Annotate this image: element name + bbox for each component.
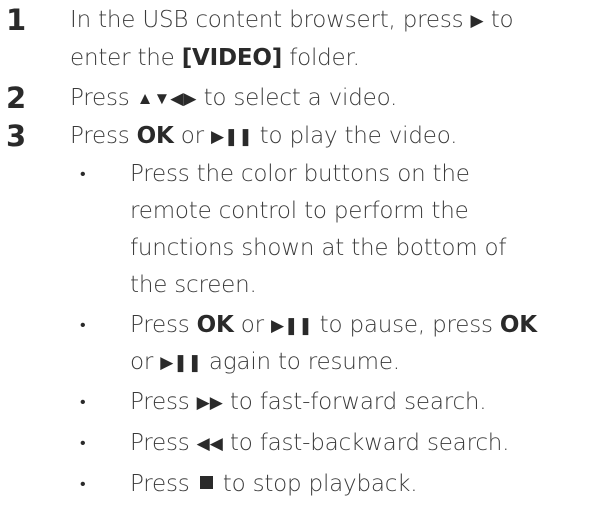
bullet-2-line-1: Press OK or ▶❚❚ to pause, press OK	[130, 312, 537, 338]
bullet-marker: •	[80, 474, 86, 493]
step-2-line-1: Press ▲▼◀▶ to select a video.	[70, 85, 398, 111]
video-folder-label: [VIDEO]	[181, 45, 283, 71]
bullet-marker: •	[80, 164, 86, 183]
rewind-icon: ◀◀	[196, 434, 223, 454]
bullet-1-line-3: functions shown at the bottom of	[130, 235, 507, 261]
play-icon: ▶	[470, 11, 484, 31]
bullet-2-line-2: or ▶❚❚ again to resume.	[130, 349, 400, 375]
step-number: 3	[6, 119, 27, 153]
play-pause-icon: ▶❚❚	[271, 316, 313, 336]
ok-label: OK	[499, 312, 537, 338]
fast-forward-icon: ▶▶	[196, 393, 223, 413]
step-1-line-1: In the USB content browsert, press ▶ to	[70, 7, 514, 33]
ok-label: OK	[196, 312, 234, 338]
bullet-4-line-1: Press ◀◀ to fast-backward search.	[130, 430, 510, 456]
step-3-line-1: Press OK or ▶❚❚ to play the video.	[70, 123, 458, 149]
navigation-arrows-icon: ▲▼◀▶	[136, 89, 197, 109]
bullet-1-line-2: remote control to perform the	[130, 198, 469, 224]
instruction-document: 1 In the USB content browsert, press ▶ t…	[0, 0, 595, 526]
play-pause-icon: ▶❚❚	[160, 353, 202, 373]
step-number: 2	[6, 81, 27, 115]
step-number: 1	[6, 3, 27, 37]
play-pause-icon: ▶❚❚	[211, 127, 253, 147]
stop-icon	[199, 476, 213, 489]
bullet-3-line-1: Press ▶▶ to fast-forward search.	[130, 389, 487, 415]
bullet-marker: •	[80, 433, 86, 452]
bullet-1-line-1: Press the color buttons on the	[130, 161, 470, 187]
bullet-5-line-1: Press to stop playback.	[130, 471, 418, 497]
bullet-1-line-4: the screen.	[130, 272, 257, 298]
ok-label: OK	[136, 123, 174, 149]
bullet-marker: •	[80, 315, 86, 334]
bullet-marker: •	[80, 392, 86, 411]
step-1-line-2: enter the [VIDEO] folder.	[70, 45, 360, 71]
